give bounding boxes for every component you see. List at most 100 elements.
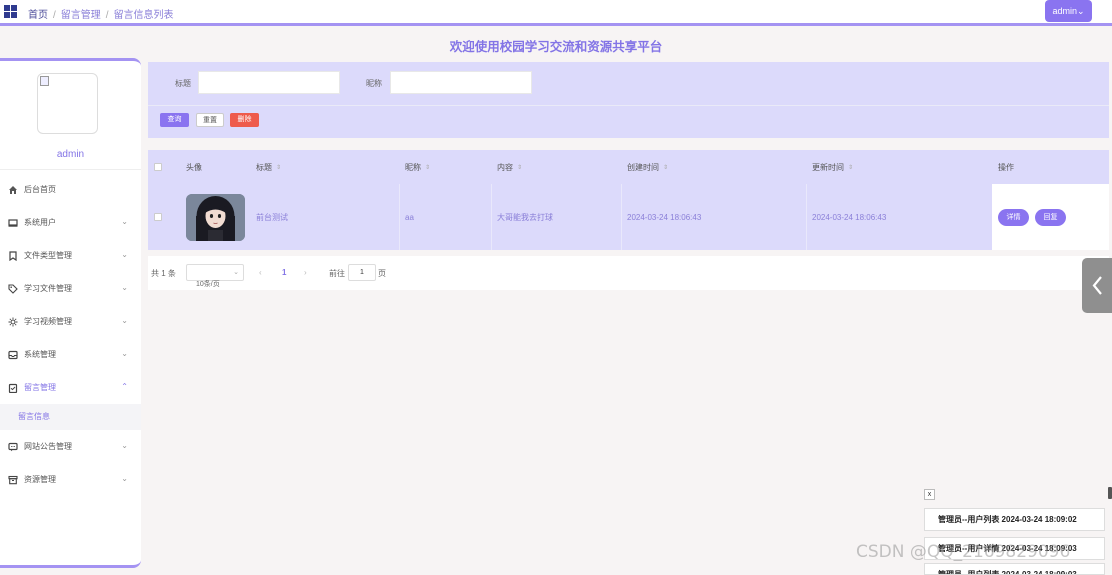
row-updated: 2024-03-24 18:06:43 [812, 212, 887, 222]
sort-icon[interactable]: ⇕ [848, 164, 853, 171]
page-number-current[interactable]: 1 [282, 268, 286, 277]
col-nickname[interactable]: 昵称 ⇕ [399, 150, 491, 184]
sidebar-item-system-users[interactable]: 系统用户 ⌄ [0, 206, 141, 239]
table-row: 前台测试 aa 大哥能我去打球 2024-03-24 18:06:43 2024… [148, 184, 1109, 250]
avatar-portrait-icon [186, 193, 245, 241]
select-all-checkbox[interactable] [154, 163, 162, 171]
close-icon[interactable]: x [924, 489, 935, 500]
title-label: 标题 [175, 79, 191, 88]
breadcrumb: 首页 / 留言管理 / 留言信息列表 [28, 10, 174, 21]
sort-icon[interactable]: ⇕ [425, 164, 430, 171]
page-title: 欢迎使用校园学习交流和资源共享平台 [449, 40, 663, 54]
select-all-cell [148, 150, 180, 184]
nickname-label: 昵称 [366, 79, 382, 88]
user-avatar-photo [186, 193, 245, 241]
sidebar-item-announcements[interactable]: 网站公告管理 ⌄ [0, 430, 141, 463]
sidebar-item-resources[interactable]: 资源管理 ⌄ [0, 463, 141, 496]
sidebar-item-message-mgmt[interactable]: 留言管理 ⌃ [0, 371, 141, 404]
sort-icon[interactable]: ⇕ [276, 164, 281, 171]
sidebar-item-label: 文件类型管理 [24, 251, 72, 260]
sidebar-subitem-message-info[interactable]: 留言信息 [0, 404, 141, 430]
top-bar: 首页 / 留言管理 / 留言信息列表 admin⌄ [0, 0, 1112, 26]
chevron-down-icon: ⌄ [121, 349, 128, 358]
chevron-down-icon: ⌄ [1076, 6, 1085, 16]
row-checkbox-cell [148, 184, 180, 250]
sort-icon[interactable]: ⇕ [663, 164, 668, 171]
page-size-select[interactable]: 10条/页 ⌄ [186, 264, 244, 288]
scrollbar-thumb[interactable] [1108, 487, 1112, 499]
sidebar-item-label: 系统用户 [24, 218, 56, 227]
title-input[interactable] [198, 71, 340, 94]
sidebar-item-label: 留言管理 [24, 383, 56, 392]
col-created[interactable]: 创建时间 ⇕ [621, 150, 806, 184]
sun-icon [8, 317, 18, 326]
chevron-down-icon: ⌄ [121, 217, 128, 226]
sidebar-item-study-videos[interactable]: 学习视频管理 ⌄ [0, 305, 141, 338]
sidebar-item-file-types[interactable]: 文件类型管理 ⌄ [0, 239, 141, 272]
table-header: 头像 标题 ⇕ 昵称 ⇕ 内容 ⇕ 创建时间 ⇕ 更新时间 ⇕ 操作 [148, 150, 1109, 184]
sidebar-item-label: 系统管理 [24, 350, 56, 359]
pagination: 共 1 条 10条/页 ⌄ ‹ 1 › 前往 1 页 [148, 256, 1109, 290]
user-menu-button[interactable]: admin⌄ [1045, 0, 1092, 22]
chevron-down-icon: ⌄ [121, 283, 128, 292]
box-icon [8, 475, 18, 484]
side-drawer-toggle[interactable] [1082, 258, 1112, 313]
chevron-down-icon: ⌄ [121, 316, 128, 325]
chat-icon [8, 442, 18, 451]
sidebar-item-system-mgmt[interactable]: 系统管理 ⌄ [0, 338, 141, 371]
clipboard-icon [8, 383, 18, 393]
col-updated[interactable]: 更新时间 ⇕ [806, 150, 992, 184]
nickname-input[interactable] [390, 71, 532, 94]
breadcrumb-message-mgmt[interactable]: 留言管理 [61, 10, 101, 21]
row-actions: 详情 回复 [992, 184, 1109, 250]
chevron-down-icon: ⌄ [233, 269, 239, 276]
page-size-value: 10条/页 [196, 281, 220, 288]
sidebar: admin 后台首页 系统用户 ⌄ 文件类型管理 ⌄ 学习文件管理 ⌄ 学习视频… [0, 58, 141, 568]
reply-button[interactable]: 回复 [1035, 208, 1066, 226]
chevron-up-icon: ⌃ [121, 382, 128, 391]
sort-icon[interactable]: ⇕ [517, 164, 522, 171]
goto-label: 前往 [329, 269, 345, 278]
sidebar-item-label: 网站公告管理 [24, 442, 72, 451]
sidebar-menu: 后台首页 系统用户 ⌄ 文件类型管理 ⌄ 学习文件管理 ⌄ 学习视频管理 ⌄ 系… [0, 173, 141, 496]
row-content: 大哥能我去打球 [497, 212, 553, 222]
delete-button[interactable]: 删除 [230, 113, 259, 127]
search-panel: 标题 昵称 查询 重置 删除 [148, 62, 1109, 138]
user-menu-label: admin [1052, 6, 1077, 16]
row-checkbox[interactable] [154, 213, 162, 221]
broken-image-icon [40, 76, 49, 86]
avatar [37, 73, 98, 134]
chevron-down-icon: ⌄ [121, 250, 128, 259]
sidebar-item-study-files[interactable]: 学习文件管理 ⌄ [0, 272, 141, 305]
goto-page-input[interactable]: 1 [348, 264, 376, 281]
home-icon [9, 185, 17, 194]
breadcrumb-home[interactable]: 首页 [28, 10, 48, 21]
detail-button[interactable]: 详情 [998, 208, 1029, 226]
menu-grid-icon[interactable] [4, 5, 17, 18]
col-avatar: 头像 [180, 150, 250, 184]
sidebar-item-label: 后台首页 [24, 185, 56, 194]
col-updated-label: 更新时间 [812, 162, 844, 172]
inbox-icon [8, 350, 18, 359]
tag-icon [8, 283, 18, 294]
divider [0, 169, 141, 170]
watermark: CSDN @QQ_2169829096 [856, 542, 1071, 562]
col-content[interactable]: 内容 ⇕ [491, 150, 621, 184]
query-button[interactable]: 查询 [160, 113, 189, 127]
breadcrumb-message-list: 留言信息列表 [113, 10, 174, 21]
col-nickname-label: 昵称 [405, 162, 421, 172]
sidebar-item-label: 资源管理 [24, 475, 56, 484]
col-avatar-label: 头像 [186, 162, 202, 172]
col-title[interactable]: 标题 ⇕ [250, 150, 399, 184]
search-row: 标题 昵称 [148, 62, 1109, 106]
sidebar-item-label: 学习文件管理 [24, 284, 72, 293]
chevron-down-icon: ⌄ [121, 474, 128, 483]
total-count: 共 1 条 [151, 269, 176, 278]
next-page-button[interactable]: › [304, 268, 307, 277]
prev-page-button[interactable]: ‹ [259, 268, 262, 277]
sidebar-item-home[interactable]: 后台首页 [0, 173, 141, 206]
col-created-label: 创建时间 [627, 162, 659, 172]
monitor-icon [8, 218, 18, 227]
log-toast: 管理员--用户列表 2024-03-24 18:09:03 [924, 563, 1105, 575]
reset-button[interactable]: 重置 [196, 113, 224, 127]
